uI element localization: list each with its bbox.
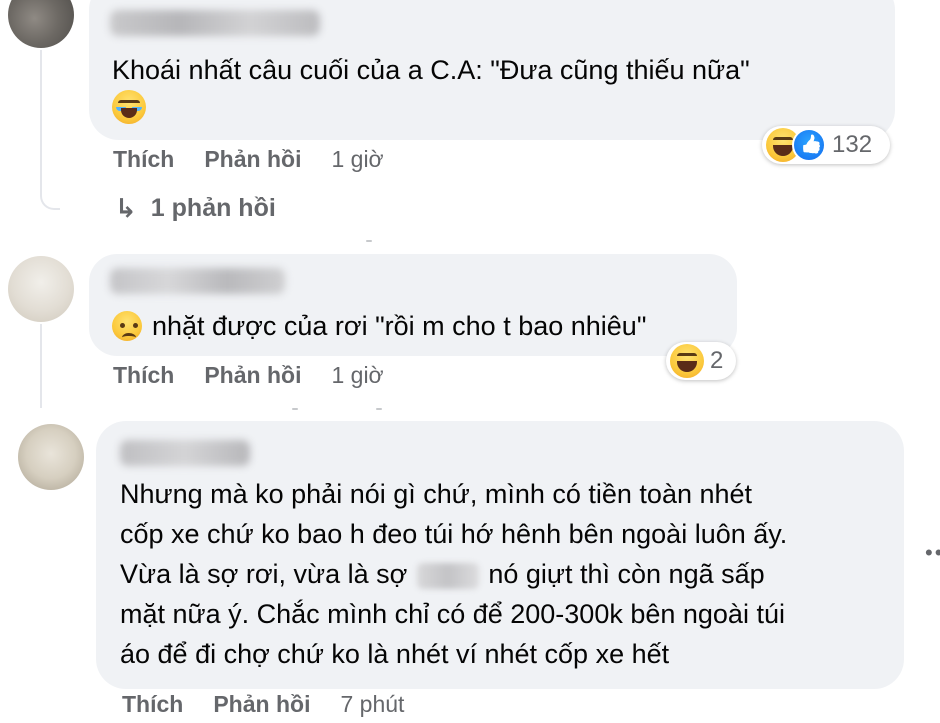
commenter-name-blurred[interactable] — [120, 440, 250, 466]
reply-arrow-icon: ↳ — [115, 193, 137, 223]
divider — [366, 240, 372, 242]
comment-actions: Thích Phản hồi 1 giờ — [113, 362, 384, 389]
reaction-count: 132 — [832, 131, 873, 158]
haha-reaction-icon — [670, 344, 704, 378]
like-button[interactable]: Thích — [113, 362, 174, 389]
divider — [376, 408, 382, 410]
comment-line-part: nó giựt thì còn ngã sấp — [488, 559, 765, 589]
avatar[interactable] — [8, 0, 74, 48]
reaction-summary[interactable]: 2 — [666, 342, 736, 380]
comment-actions: Thích Phản hồi 7 phút — [122, 691, 404, 718]
timestamp[interactable]: 7 phút — [340, 691, 404, 718]
thread-connector — [40, 324, 42, 408]
like-button[interactable]: Thích — [122, 691, 183, 718]
comment-line: áo để đi chợ chứ ko là nhét ví nhét cốp … — [120, 639, 670, 669]
timestamp[interactable]: 1 giờ — [331, 146, 383, 173]
reply-button[interactable]: Phản hồi — [213, 691, 310, 718]
rolling-laughing-emoji-icon — [112, 90, 146, 135]
reply-button[interactable]: Phản hồi — [204, 362, 301, 389]
timestamp[interactable]: 1 giờ — [331, 362, 383, 389]
commenter-name-blurred[interactable] — [110, 10, 320, 36]
comment-text: nhặt được của rơi "rồi m cho t bao nhiêu… — [152, 311, 647, 341]
reply-button[interactable]: Phản hồi — [204, 146, 301, 173]
comment-line: mặt nữa ý. Chắc mình chỉ có để 200-300k … — [120, 599, 785, 629]
like-reaction-icon — [792, 128, 826, 162]
reaction-count: 2 — [710, 347, 724, 374]
sad-tear-emoji-icon — [112, 311, 142, 341]
avatar[interactable] — [8, 256, 74, 322]
thread-connector — [40, 50, 60, 210]
comment-line: cốp xe chứ ko bao h đeo túi hớ hênh bên … — [120, 519, 788, 549]
comment-line-with-censor: Vừa là sợ rơi, vừa là sợ nó giựt thì còn… — [120, 554, 890, 594]
comment-actions: Thích Phản hồi 1 giờ — [113, 146, 384, 173]
replies-count-label: 1 phản hồi — [150, 194, 276, 222]
comment-text-row: nhặt được của rơi "rồi m cho t bao nhiêu… — [112, 306, 646, 346]
commenter-name-blurred[interactable] — [110, 268, 285, 294]
censored-word — [416, 562, 479, 589]
comment-text: Nhưng mà ko phải nói gì chứ, mình có tiề… — [120, 474, 890, 674]
view-replies-link[interactable]: ↳ 1 phản hồi — [115, 193, 276, 224]
comment-text: Khoái nhất câu cuối của a C.A: "Đưa cũng… — [112, 55, 750, 85]
reaction-summary[interactable]: 132 — [762, 126, 890, 164]
divider — [292, 408, 298, 410]
more-options-icon[interactable]: •• — [925, 540, 940, 566]
avatar[interactable] — [18, 424, 84, 490]
comment-line: Nhưng mà ko phải nói gì chứ, mình có tiề… — [120, 479, 753, 509]
like-button[interactable]: Thích — [113, 146, 174, 173]
comment-line-part: Vừa là sợ rơi, vừa là sợ — [120, 559, 408, 589]
